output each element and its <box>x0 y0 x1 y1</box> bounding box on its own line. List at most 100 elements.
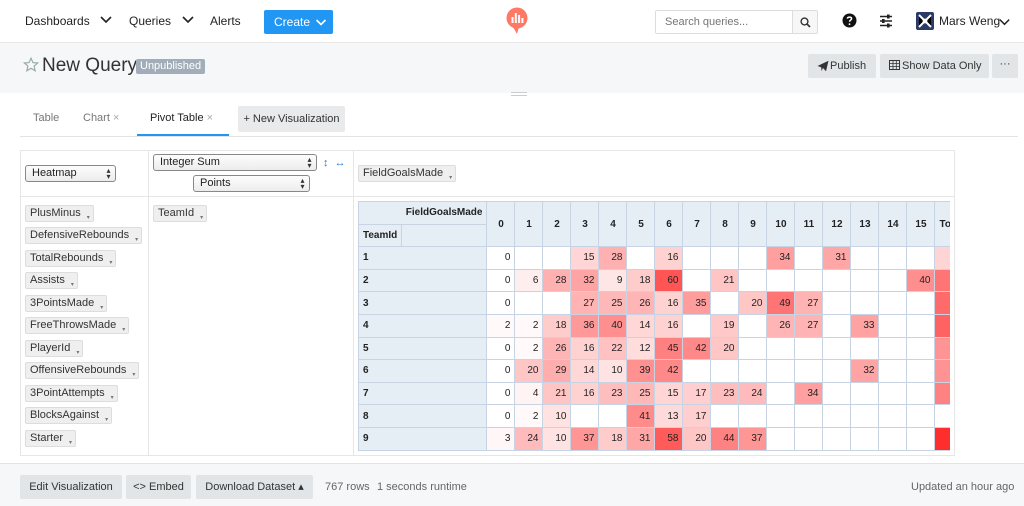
star-icon[interactable] <box>23 57 39 73</box>
col-header-cell[interactable]: 1 <box>514 201 544 248</box>
pivot-value-cell[interactable] <box>738 246 768 270</box>
download-dataset-button[interactable]: Download Dataset ▴ <box>196 475 313 499</box>
pivot-value-cell[interactable]: 0 <box>486 381 516 406</box>
editor-resize-handle[interactable] <box>511 92 527 96</box>
pivot-value-cell[interactable] <box>738 404 768 428</box>
pivot-value-cell[interactable]: 20 <box>514 359 544 383</box>
pivot-value-cell[interactable]: 27 <box>794 291 824 315</box>
row-total-cell[interactable]: 225 <box>934 291 950 315</box>
pivot-value-cell[interactable] <box>766 404 796 428</box>
pivot-value-cell[interactable]: 41 <box>626 404 656 428</box>
nav-dashboards[interactable]: Dashboards <box>25 14 90 28</box>
pivot-value-cell[interactable]: 23 <box>710 381 740 406</box>
pivot-value-cell[interactable]: 35 <box>682 291 712 315</box>
more-actions-button[interactable]: ··· <box>992 54 1018 78</box>
row-total-cell[interactable]: 186 <box>934 359 950 383</box>
pivot-value-cell[interactable]: 42 <box>682 336 712 361</box>
pivot-value-cell[interactable]: 14 <box>626 313 656 338</box>
pivot-value-cell[interactable]: 10 <box>542 404 572 428</box>
row-total-cell[interactable]: 282 <box>934 426 950 451</box>
pivot-value-cell[interactable] <box>738 359 768 383</box>
chevron-down-icon[interactable] <box>181 12 195 26</box>
row-header-cell[interactable]: 3 <box>358 291 488 315</box>
search-button[interactable] <box>792 10 818 34</box>
pivot-value-cell[interactable]: 0 <box>486 291 516 315</box>
pivot-value-cell[interactable]: 58 <box>654 426 684 451</box>
pivot-value-cell[interactable]: 37 <box>738 426 768 451</box>
new-visualization-button[interactable]: + New Visualization <box>238 106 345 132</box>
pivot-value-cell[interactable] <box>906 291 936 315</box>
pivot-value-cell[interactable] <box>738 336 768 361</box>
pivot-value-cell[interactable]: 10 <box>542 426 572 451</box>
pivot-value-cell[interactable]: 26 <box>626 291 656 315</box>
pivot-value-cell[interactable] <box>878 246 908 270</box>
row-header-cell[interactable]: 7 <box>358 381 488 406</box>
row-total-cell[interactable]: 233 <box>934 313 950 338</box>
create-button[interactable]: Create <box>264 10 333 34</box>
pivot-value-cell[interactable]: 10 <box>598 359 628 383</box>
pivot-value-cell[interactable]: 19 <box>710 313 740 338</box>
pivot-value-cell[interactable] <box>906 336 936 361</box>
pivot-value-cell[interactable]: 23 <box>598 381 628 406</box>
avatar[interactable] <box>916 12 934 30</box>
col-header-cell[interactable]: 15 <box>906 201 936 248</box>
row-header-cell[interactable]: 4 <box>358 313 488 338</box>
search-input[interactable] <box>655 10 793 34</box>
pivot-value-cell[interactable]: 21 <box>542 381 572 406</box>
pivot-value-cell[interactable]: 17 <box>682 381 712 406</box>
pivot-value-cell[interactable] <box>906 381 936 406</box>
col-header-cell[interactable]: 9 <box>738 201 768 248</box>
pivot-value-cell[interactable]: 18 <box>542 313 572 338</box>
row-header-cell[interactable]: 8 <box>358 404 488 428</box>
pivot-value-cell[interactable] <box>682 313 712 338</box>
show-data-only-button[interactable]: Show Data Only <box>880 54 989 78</box>
pivot-value-cell[interactable]: 18 <box>626 268 656 293</box>
pivot-value-cell[interactable] <box>766 268 796 293</box>
edit-visualization-button[interactable]: Edit Visualization <box>20 475 122 499</box>
row-header-cell[interactable]: 2 <box>358 268 488 293</box>
query-title[interactable]: New Query <box>42 55 137 77</box>
settings-sliders-icon[interactable] <box>878 13 894 29</box>
col-header-cell[interactable]: 0 <box>486 201 516 248</box>
pivot-value-cell[interactable] <box>682 359 712 383</box>
pivot-value-cell[interactable]: 15 <box>570 246 600 270</box>
col-header-cell[interactable]: 6 <box>654 201 684 248</box>
tab-chart[interactable]: Chart × <box>83 112 119 124</box>
pivot-value-cell[interactable] <box>878 268 908 293</box>
pivot-value-cell[interactable] <box>850 426 880 451</box>
pivot-value-cell[interactable]: 12 <box>626 336 656 361</box>
pivot-value-cell[interactable] <box>878 313 908 338</box>
row-total-cell[interactable]: 185 <box>934 336 950 361</box>
pivot-value-cell[interactable]: 21 <box>710 268 740 293</box>
attribute-pill[interactable]: PlusMinus ▾ <box>25 205 94 222</box>
pivot-value-cell[interactable]: 28 <box>542 268 572 293</box>
pivot-value-cell[interactable]: 14 <box>570 359 600 383</box>
pivot-value-cell[interactable] <box>794 404 824 428</box>
pivot-value-cell[interactable] <box>878 359 908 383</box>
pivot-value-cell[interactable]: 4 <box>514 381 544 406</box>
pivot-value-cell[interactable]: 37 <box>570 426 600 451</box>
pivot-value-cell[interactable]: 2 <box>514 336 544 361</box>
pivot-value-cell[interactable]: 45 <box>654 336 684 361</box>
pivot-value-cell[interactable] <box>906 404 936 428</box>
pivot-value-cell[interactable]: 16 <box>654 291 684 315</box>
embed-button[interactable]: <> Embed <box>126 475 191 499</box>
col-header-cell[interactable]: 14 <box>878 201 908 248</box>
publish-button[interactable]: Publish <box>808 54 876 78</box>
pivot-value-cell[interactable] <box>542 246 572 270</box>
pivot-value-cell[interactable] <box>514 246 544 270</box>
pivot-value-cell[interactable]: 2 <box>514 313 544 338</box>
pivot-value-cell[interactable] <box>710 404 740 428</box>
attribute-pill[interactable]: BlocksAgainst ▾ <box>25 407 113 424</box>
pivot-value-cell[interactable] <box>850 246 880 270</box>
chevron-down-icon[interactable] <box>998 15 1011 28</box>
pivot-value-cell[interactable]: 25 <box>598 291 628 315</box>
help-icon[interactable] <box>842 13 857 28</box>
pivot-value-cell[interactable]: 26 <box>542 336 572 361</box>
col-header-cell[interactable]: 11 <box>794 201 824 248</box>
redash-logo[interactable] <box>505 7 529 35</box>
col-header-cell[interactable]: 13 <box>850 201 880 248</box>
attribute-pill[interactable]: Assists ▾ <box>25 272 78 289</box>
pivot-value-cell[interactable]: 16 <box>654 313 684 338</box>
pivot-value-cell[interactable] <box>878 404 908 428</box>
